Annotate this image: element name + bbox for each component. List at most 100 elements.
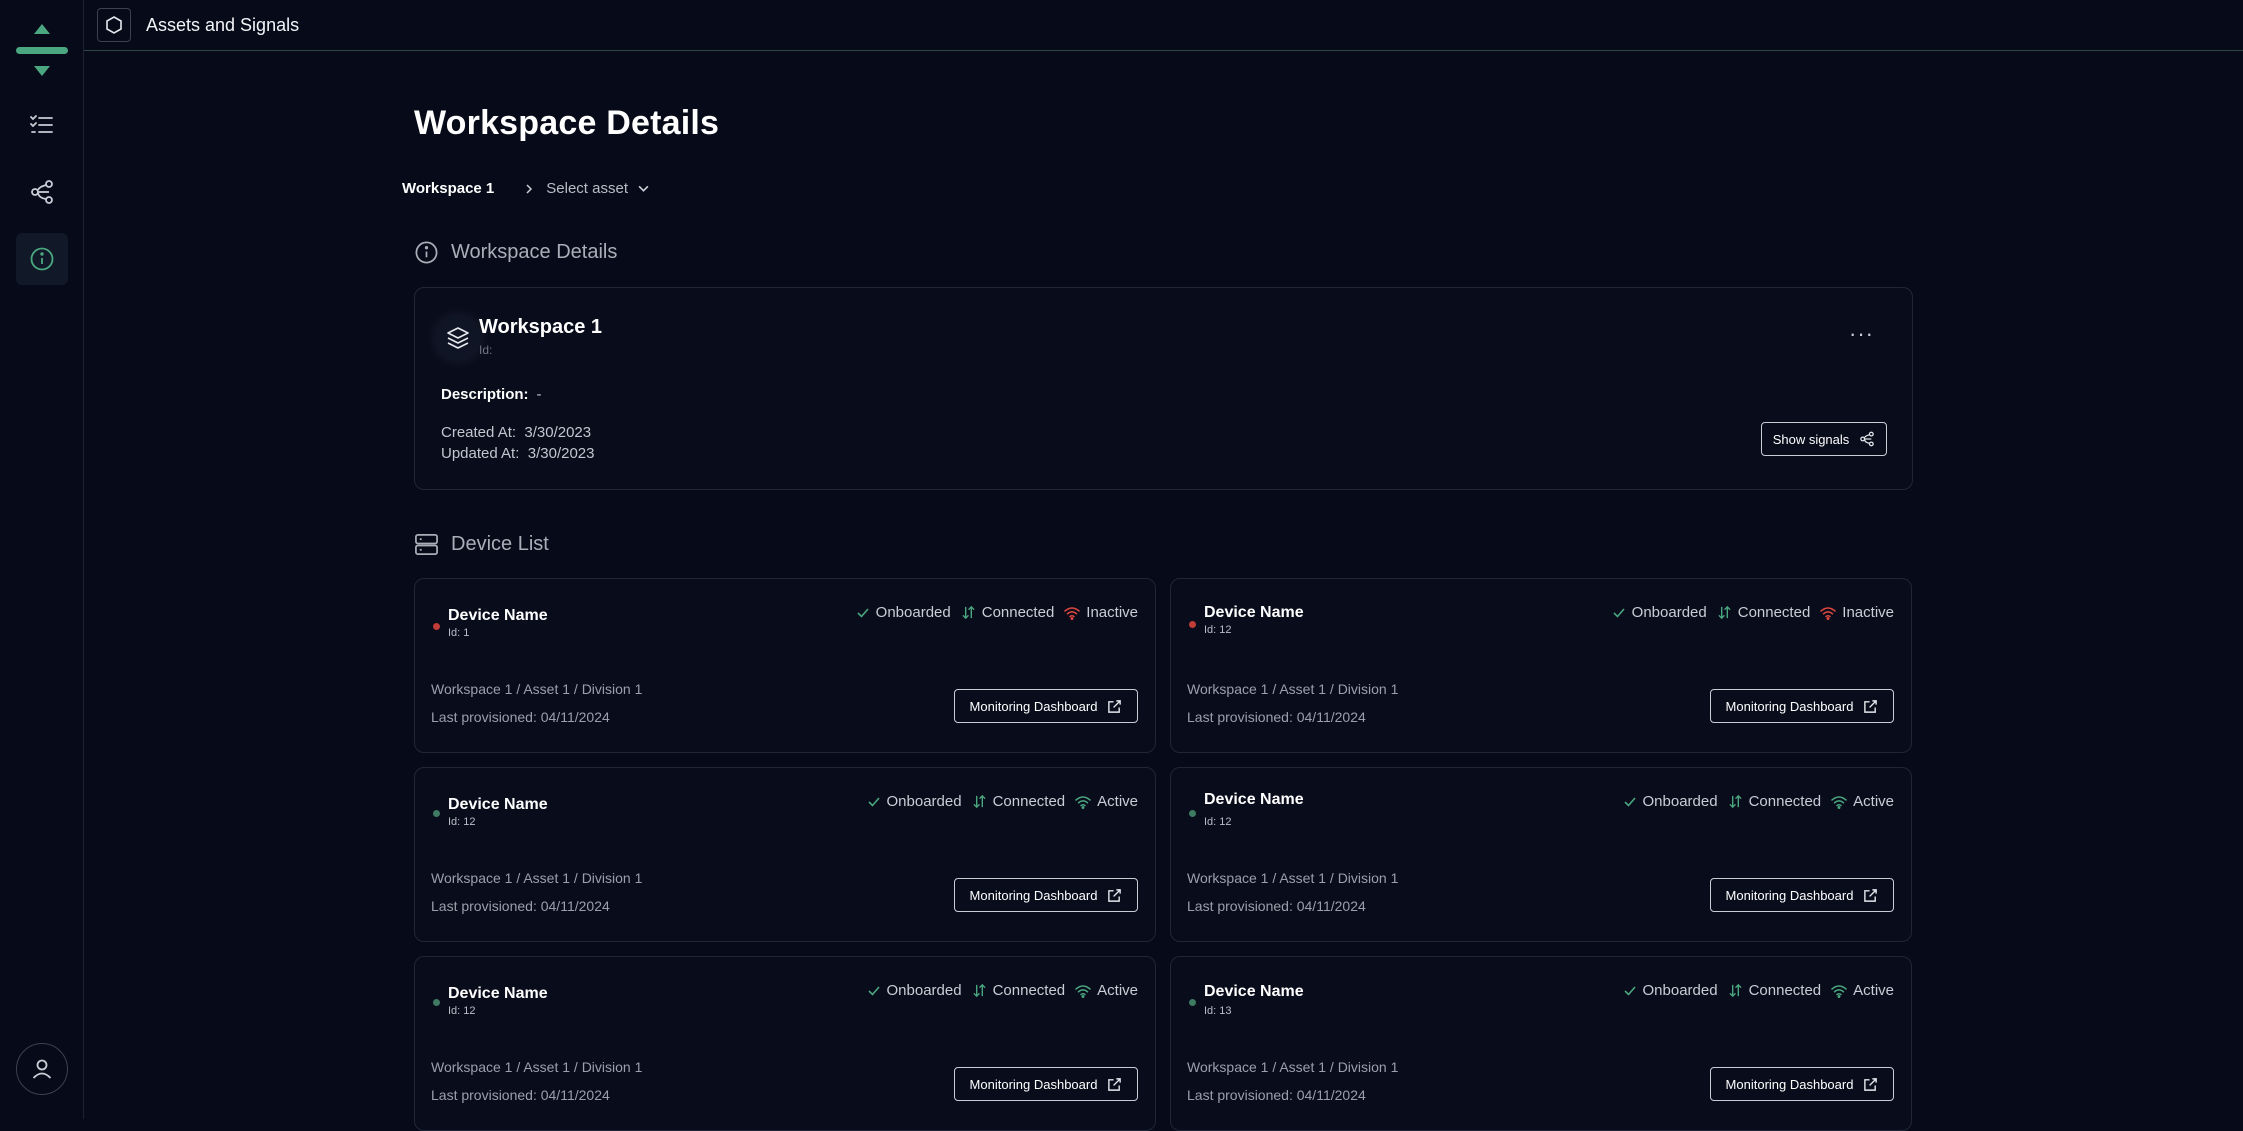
device-last-provisioned: Last provisioned: 04/11/2024 xyxy=(1187,1087,1366,1103)
activity-status: Active xyxy=(1075,982,1138,999)
check-icon xyxy=(867,796,880,807)
asset-select[interactable]: Select asset xyxy=(546,180,649,197)
workspace-description: Description: - xyxy=(441,386,542,403)
device-id: Id: 12 xyxy=(448,816,476,828)
description-value: - xyxy=(536,386,542,403)
more-options-button[interactable]: ··· xyxy=(1849,321,1874,347)
onboarded-label: Onboarded xyxy=(1631,604,1707,621)
graph-nodes-icon xyxy=(31,180,53,204)
breadcrumb: Workspace 1 Select asset xyxy=(402,180,649,197)
device-name: Device Name xyxy=(448,607,548,624)
device-name: Device Name xyxy=(448,796,548,813)
onboarded-status: Onboarded xyxy=(856,604,951,621)
onboarded-label: Onboarded xyxy=(875,604,951,621)
updated-label: Updated At: xyxy=(441,445,520,462)
up-down-arrows-icon xyxy=(1718,605,1731,620)
device-name: Device Name xyxy=(1204,983,1304,1000)
updated-at: Updated At: 3/30/2023 xyxy=(441,443,594,464)
app-logo-icon[interactable] xyxy=(14,20,70,80)
device-last-provisioned: Last provisioned: 04/11/2024 xyxy=(1187,898,1366,914)
device-path: Workspace 1 / Asset 1 / Division 1 xyxy=(1187,1059,1399,1075)
workspace-section-heading: Workspace Details xyxy=(414,240,617,265)
sidebar xyxy=(0,0,84,1119)
external-link-icon xyxy=(1864,699,1878,713)
device-status-dot xyxy=(1189,621,1196,628)
graph-nodes-icon xyxy=(1860,431,1875,447)
monitoring-dashboard-label: Monitoring Dashboard xyxy=(1725,698,1854,714)
hexagon-icon xyxy=(106,16,122,34)
device-path: Workspace 1 / Asset 1 / Division 1 xyxy=(1187,870,1399,886)
breadcrumb-workspace[interactable]: Workspace 1 xyxy=(402,180,494,197)
check-icon xyxy=(1623,796,1636,807)
device-id: Id: 13 xyxy=(1204,1005,1232,1017)
sidebar-item-list[interactable] xyxy=(16,99,68,151)
wifi-icon xyxy=(1820,606,1837,620)
onboarded-status: Onboarded xyxy=(1623,982,1718,999)
chevron-right-icon xyxy=(526,183,533,194)
device-name: Device Name xyxy=(1204,604,1304,621)
check-icon xyxy=(1623,985,1636,996)
onboarded-status: Onboarded xyxy=(867,793,962,810)
activity-status: Inactive xyxy=(1820,604,1894,621)
device-section-heading: Device List xyxy=(414,532,549,557)
wifi-icon xyxy=(1831,795,1847,809)
onboarded-label: Onboarded xyxy=(886,982,962,999)
device-last-provisioned: Last provisioned: 04/11/2024 xyxy=(431,709,610,725)
device-name: Device Name xyxy=(448,985,548,1002)
device-status: Onboarded Connected Inactive xyxy=(846,604,1138,621)
wifi-icon xyxy=(1064,606,1081,620)
monitoring-dashboard-button[interactable]: Monitoring Dashboard xyxy=(954,878,1138,912)
wifi-icon xyxy=(1075,795,1091,809)
monitoring-dashboard-label: Monitoring Dashboard xyxy=(969,1076,1098,1092)
external-link-icon xyxy=(1108,1077,1122,1091)
app-icon-button[interactable] xyxy=(97,8,131,42)
connected-label: Connected xyxy=(1737,604,1811,621)
connected-status: Connected xyxy=(1717,604,1811,621)
connected-label: Connected xyxy=(1748,793,1822,810)
top-bar: Assets and Signals xyxy=(84,0,2243,51)
monitoring-dashboard-button[interactable]: Monitoring Dashboard xyxy=(1710,878,1894,912)
monitoring-dashboard-button[interactable]: Monitoring Dashboard xyxy=(954,689,1138,723)
workspace-name: Workspace 1 xyxy=(479,316,603,338)
sidebar-item-info[interactable] xyxy=(16,233,68,285)
sidebar-item-signals[interactable] xyxy=(16,166,68,218)
monitoring-dashboard-button[interactable]: Monitoring Dashboard xyxy=(1710,689,1894,723)
external-link-icon xyxy=(1864,1077,1878,1091)
device-section-title: Device List xyxy=(451,533,549,555)
device-id: Id: 12 xyxy=(1204,816,1232,828)
device-card: Device Name Id: 12 Onboarded Connected Activ… xyxy=(1170,767,1912,942)
activity-label: Active xyxy=(1097,982,1138,999)
workspace-card: Workspace 1 Id: ··· Description: - Create… xyxy=(414,287,1913,490)
device-status: Onboarded Connected Active xyxy=(857,982,1138,999)
activity-label: Inactive xyxy=(1086,604,1138,621)
onboarded-status: Onboarded xyxy=(1612,604,1707,621)
user-avatar[interactable] xyxy=(16,1043,68,1095)
connected-status: Connected xyxy=(972,982,1065,999)
connected-label: Connected xyxy=(1748,982,1822,999)
external-link-icon xyxy=(1108,888,1122,902)
up-down-arrows-icon xyxy=(1728,983,1742,998)
check-icon xyxy=(1613,607,1625,618)
monitoring-dashboard-button[interactable]: Monitoring Dashboard xyxy=(1710,1067,1894,1101)
info-icon xyxy=(415,241,438,264)
device-id: Id: 12 xyxy=(1204,624,1232,636)
monitoring-dashboard-button[interactable]: Monitoring Dashboard xyxy=(954,1067,1138,1101)
connected-status: Connected xyxy=(961,604,1054,621)
device-status-dot xyxy=(433,623,440,630)
onboarded-status: Onboarded xyxy=(867,982,962,999)
show-signals-button[interactable]: Show signals xyxy=(1761,422,1887,456)
up-down-arrows-icon xyxy=(962,605,975,620)
onboarded-label: Onboarded xyxy=(1642,793,1718,810)
workspace-id: Id: xyxy=(479,343,493,357)
connected-status: Connected xyxy=(1728,793,1822,810)
created-value: 3/30/2023 xyxy=(524,424,592,441)
page-title: Workspace Details xyxy=(414,104,720,142)
app-title: Assets and Signals xyxy=(146,14,300,35)
device-status: Onboarded Connected Active xyxy=(1613,793,1894,810)
device-card: Device Name Id: 1 Onboarded Connected Inacti… xyxy=(414,578,1156,753)
device-status: Onboarded Connected Active xyxy=(857,793,1138,810)
layers-icon xyxy=(447,327,469,349)
external-link-icon xyxy=(1864,888,1878,902)
device-card: Device Name Id: 12 Onboarded Connected Inact… xyxy=(1170,578,1912,753)
activity-label: Inactive xyxy=(1842,604,1894,621)
